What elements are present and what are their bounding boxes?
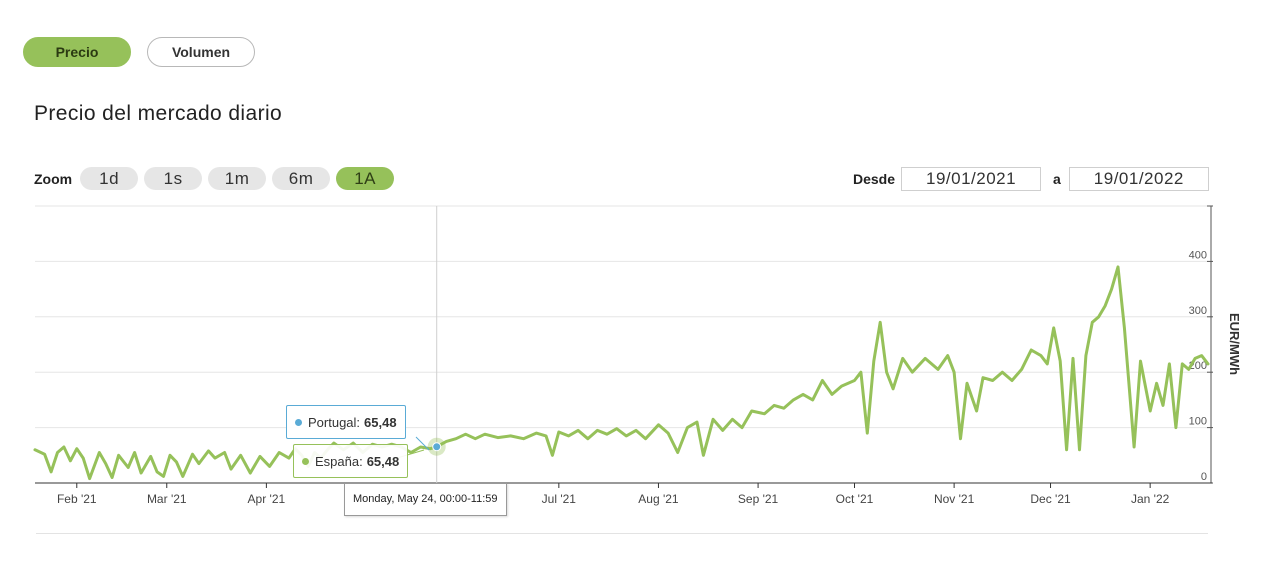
series-line-espana: [33, 265, 1210, 481]
x-tick-label: Apr '21: [248, 492, 286, 506]
portugal-dot-icon: [295, 418, 302, 426]
tooltip-portugal: Portugal: 65,48: [286, 405, 406, 439]
tooltip-date: Monday, May 24, 00:00-11:59: [344, 483, 507, 516]
tooltip-espana-label: España:: [315, 453, 363, 469]
espana-dot-icon: [302, 457, 309, 465]
y-tick-label: 100: [1189, 416, 1207, 428]
x-tick-label: Oct '21: [836, 492, 874, 506]
y-axis-label: EUR/MWh: [1227, 313, 1242, 375]
price-chart: 0100200300400EUR/MWhFeb '21 Mar '21 Apr '2…: [33, 205, 1242, 506]
x-tick-label: Dec '21: [1030, 492, 1071, 506]
x-tick-label: Mar '21: [147, 492, 187, 506]
y-tick-label: 0: [1201, 471, 1207, 483]
highlight-point-portugal: [432, 442, 442, 452]
x-tick-label: Jul '21: [542, 492, 577, 506]
x-tick-label: Feb '21: [57, 492, 97, 506]
x-tick-label: Aug '21: [638, 492, 679, 506]
bottom-divider: [36, 533, 1208, 534]
x-tick-label: Nov '21: [934, 492, 975, 506]
tooltip-portugal-label: Portugal:: [308, 414, 361, 430]
y-tick-label: 300: [1189, 305, 1207, 317]
x-tick-label: Jan '22: [1131, 492, 1170, 506]
tooltip-espana-value: 65,48: [366, 453, 400, 469]
x-tick-label: Sep '21: [738, 492, 779, 506]
tooltip-portugal-value: 65,48: [364, 414, 397, 430]
y-tick-label: 400: [1189, 249, 1207, 261]
tooltip-espana: España: 65,48: [293, 444, 409, 478]
